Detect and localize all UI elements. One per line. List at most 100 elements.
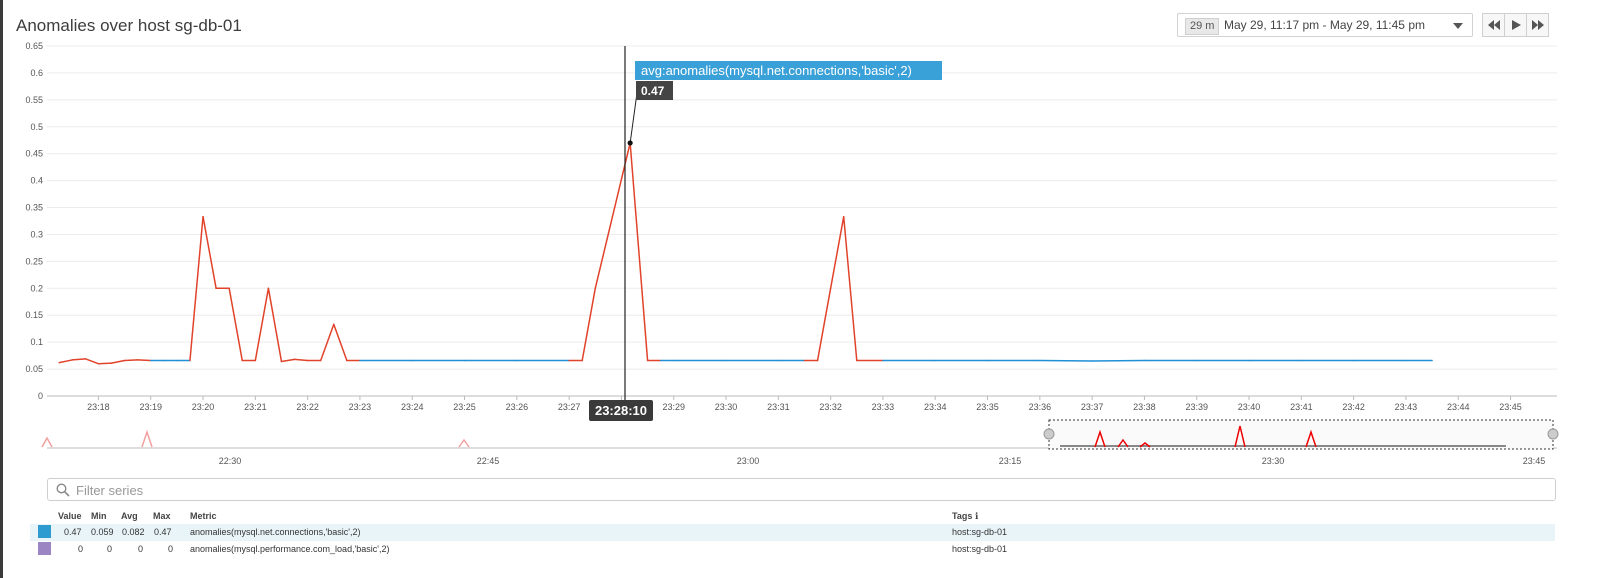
- series-line-segment: [123, 359, 139, 362]
- series-line-segment: [58, 359, 74, 364]
- overview-spike: [41, 436, 53, 448]
- search-icon: [56, 483, 70, 497]
- row-metric: anomalies(mysql.net.connections,'basic',…: [190, 527, 361, 537]
- x-tick-label: 23:26: [506, 402, 529, 412]
- y-tick-label: 0.05: [25, 364, 43, 374]
- row-tags: host:sg-db-01: [952, 527, 1008, 537]
- series-line-segment: [97, 362, 113, 365]
- x-tick-label: 23:37: [1081, 402, 1104, 412]
- overview-right-handle: [1547, 428, 1559, 440]
- overview-tick-label: 22:30: [219, 456, 242, 466]
- x-tick-label: 23:27: [558, 402, 581, 412]
- y-axis: 0.65 0.6 0.55 0.5 0.45 0.4 0.35 0.3 0.25 0.2 0.15 0…: [25, 41, 43, 401]
- series-line-segment: [629, 142, 649, 362]
- series-line-segment: [829, 215, 845, 290]
- y-tick-label: 0.25: [25, 256, 43, 266]
- row-tags: host:sg-db-01: [952, 544, 1008, 554]
- series-line-segment: [254, 287, 270, 362]
- hover-point: [627, 140, 633, 146]
- row-metric: anomalies(mysql.performance.com_load,'ba…: [190, 544, 390, 554]
- y-tick-label: 0.45: [25, 149, 43, 159]
- row-avg: 0: [138, 544, 144, 554]
- x-tick-label: 23:41: [1290, 402, 1313, 412]
- x-tick-label: 23:45: [1499, 402, 1522, 412]
- overview-tick-label: 23:30: [1262, 456, 1285, 466]
- x-tick-label: 23:29: [662, 402, 685, 412]
- series-color-swatch: [38, 525, 51, 538]
- series-line-segment: [267, 287, 283, 363]
- row-value: 0: [78, 544, 84, 554]
- y-tick-label: 0.65: [25, 41, 43, 51]
- y-tick-label: 0.35: [25, 203, 43, 213]
- header-min[interactable]: Min: [91, 511, 107, 521]
- overview-tick-label: 23:15: [999, 456, 1022, 466]
- y-tick-label: 0.6: [30, 68, 43, 78]
- x-tick-label: 23:43: [1395, 402, 1418, 412]
- x-tick-label: 23:24: [401, 402, 424, 412]
- series-line-segment: [1039, 359, 1093, 362]
- header-avg[interactable]: Avg: [121, 511, 138, 521]
- x-tick-label: 23:32: [819, 402, 842, 412]
- x-tick-label: 23:20: [192, 402, 215, 412]
- cursor-time-label: 23:28:10: [595, 403, 647, 418]
- tooltip-leader: [629, 92, 638, 143]
- x-tick-label: 23:44: [1447, 402, 1470, 412]
- legend-row[interactable]: 0.47 0.059 0.082 0.47 anomalies(mysql.ne…: [30, 524, 1555, 541]
- row-min: 0: [107, 544, 113, 554]
- y-tick-label: 0.4: [30, 176, 43, 186]
- x-tick-label: 23:38: [1133, 402, 1156, 412]
- x-axis: 23:18 23:19 23:20 23:21 23:22 23:23 23:24 23:25…: [87, 396, 1522, 412]
- series-line-segment: [110, 359, 126, 364]
- y-tick-label: 0.1: [30, 337, 43, 347]
- x-tick-label: 23:31: [767, 402, 790, 412]
- series-line-segment: [71, 358, 87, 361]
- row-avg: 0.082: [122, 527, 145, 537]
- series-color-swatch: [38, 542, 51, 555]
- x-tick-label: 23:21: [244, 402, 267, 412]
- series-line-segment: [202, 215, 217, 290]
- tooltip-value: 0.47: [641, 84, 665, 98]
- tooltip-label: avg:anomalies(mysql.net.connections,'bas…: [641, 63, 912, 78]
- x-tick-label: 23:30: [715, 402, 738, 412]
- row-max: 0.47: [154, 527, 172, 537]
- overview-navigator: 22:30 22:45 23:00 23:15 23:30 23:45: [41, 419, 1559, 466]
- x-tick-label: 23:33: [872, 402, 895, 412]
- header-metric[interactable]: Metric: [190, 511, 217, 521]
- header-tags[interactable]: Tags ℹ: [952, 511, 978, 522]
- x-tick-label: 23:34: [924, 402, 947, 412]
- legend-header: Value Min Avg Max Metric Tags ℹ: [30, 508, 1555, 525]
- x-tick-label: 23:18: [87, 402, 110, 412]
- row-max: 0: [168, 544, 174, 554]
- y-tick-label: 0.15: [25, 310, 43, 320]
- hover-cursor: avg:anomalies(mysql.net.connections,'bas…: [589, 46, 942, 421]
- filter-series-field[interactable]: [47, 478, 1556, 501]
- timeseries-chart[interactable]: 0.65 0.6 0.55 0.5 0.45 0.4 0.35 0.3 0.25 0.2 0.15 0…: [0, 0, 1597, 470]
- series-line-segment: [228, 287, 244, 362]
- row-min: 0.059: [91, 527, 114, 537]
- header-value[interactable]: Value: [58, 511, 82, 521]
- overview-tick-label: 23:00: [737, 456, 760, 466]
- x-tick-label: 23:35: [976, 402, 999, 412]
- series-lines: [58, 142, 1433, 365]
- series-line-segment: [581, 287, 597, 362]
- series-line-segment: [280, 358, 296, 363]
- x-tick-label: 23:36: [1029, 402, 1052, 412]
- series-line-segment: [84, 358, 100, 365]
- x-tick-label: 23:19: [139, 402, 162, 412]
- x-tick-label: 23:42: [1342, 402, 1365, 412]
- y-tick-label: 0: [38, 391, 43, 401]
- overview-spike: [458, 438, 470, 448]
- chart-grid: [47, 45, 1557, 397]
- y-tick-label: 0.5: [30, 122, 43, 132]
- row-value: 0.47: [64, 527, 82, 537]
- x-tick-label: 23:23: [349, 402, 372, 412]
- x-tick-label: 23:22: [296, 402, 319, 412]
- header-max[interactable]: Max: [153, 511, 171, 521]
- overview-tick-label: 23:45: [1523, 456, 1546, 466]
- x-tick-label: 23:39: [1185, 402, 1208, 412]
- y-tick-label: 0.3: [30, 229, 43, 239]
- legend-row[interactable]: 0 0 0 0 anomalies(mysql.performance.com_…: [30, 541, 1555, 558]
- overview-selection: [1048, 419, 1554, 450]
- y-tick-label: 0.2: [30, 283, 43, 293]
- filter-series-input[interactable]: [74, 481, 1548, 500]
